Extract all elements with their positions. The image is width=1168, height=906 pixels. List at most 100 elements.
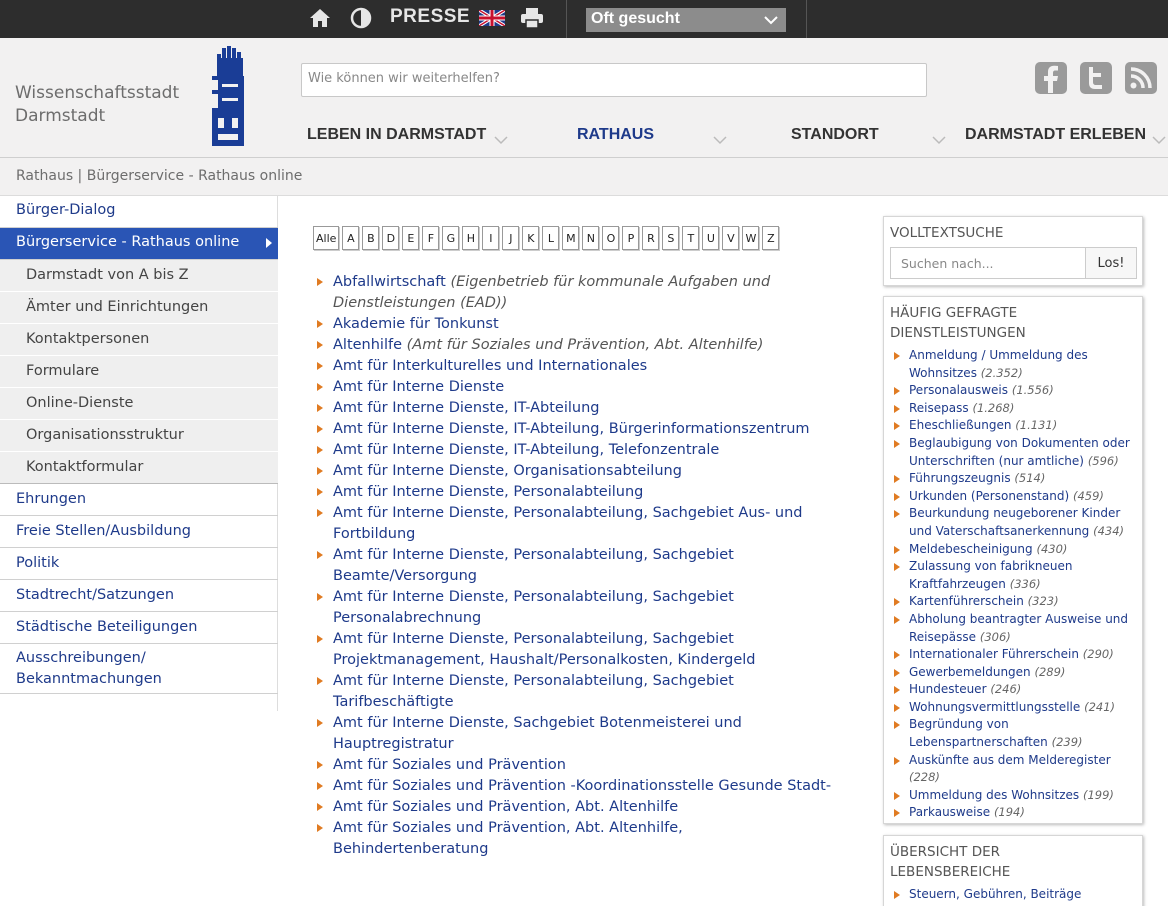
letter-filter-button[interactable]: Alle: [313, 226, 340, 250]
letter-filter-button[interactable]: T: [682, 226, 700, 250]
list-item-link[interactable]: Amt für Interne Dienste, IT-Abteilung, B…: [333, 421, 810, 437]
list-item[interactable]: Reisepass (1.268): [892, 400, 1132, 418]
letter-filter-button[interactable]: V: [722, 226, 740, 250]
list-item[interactable]: Amt für Interne Dienste: [315, 377, 845, 398]
list-item[interactable]: Meldebescheinigung (430): [892, 541, 1132, 559]
list-item-link[interactable]: Amt für Soziales und Prävention -Koordin…: [333, 778, 831, 794]
facebook-icon[interactable]: [1035, 62, 1067, 94]
list-item[interactable]: Amt für Interne Dienste, Personalabteilu…: [315, 545, 845, 587]
list-item[interactable]: Auskünfte aus dem Melderegister (228): [892, 752, 1132, 787]
list-item[interactable]: Beurkundung neugeborener Kinder und Vater…: [892, 505, 1132, 540]
list-item[interactable]: Amt für Interkulturelles und Internation…: [315, 356, 845, 377]
oft-gesucht-dropdown[interactable]: Oft gesucht: [586, 8, 786, 32]
letter-filter-button[interactable]: J: [502, 226, 520, 250]
list-item[interactable]: Parkausweise (194): [892, 804, 1132, 822]
home-icon[interactable]: [309, 6, 331, 30]
sidebar-sub-a-bis-z[interactable]: Darmstadt von A bis Z: [0, 260, 278, 292]
list-item-link[interactable]: Fortbildung: [333, 526, 415, 542]
letter-filter-button[interactable]: L: [542, 226, 560, 250]
list-item[interactable]: Amt für Interne Dienste, IT-Abteilung, T…: [315, 440, 845, 461]
list-item-link[interactable]: Beamte/Versorgung: [333, 568, 477, 584]
list-item[interactable]: Amt für Soziales und Prävention -Koordin…: [315, 776, 845, 797]
chevron-down-icon[interactable]: [713, 130, 727, 149]
list-item[interactable]: Amt für Interne Dienste, IT-Abteilung, B…: [315, 419, 845, 440]
letter-filter-button[interactable]: B: [362, 226, 380, 250]
list-item-link[interactable]: Behindertenberatung: [333, 841, 488, 857]
twitter-icon[interactable]: [1080, 62, 1112, 94]
list-item[interactable]: Abholung beantragter Ausweise und Reisepä…: [892, 611, 1132, 646]
sidebar-item-buerger-dialog[interactable]: Bürger-Dialog: [0, 196, 278, 228]
volltext-search-button[interactable]: Los!: [1085, 247, 1137, 279]
uk-flag-icon[interactable]: [479, 6, 505, 30]
list-item[interactable]: Amt für Interne Dienste, Personalabteilu…: [315, 671, 845, 713]
list-item[interactable]: Anmeldung / Ummeldung des Wohnsitzes (2.3…: [892, 347, 1132, 382]
list-item[interactable]: Amt für Interne Dienste, IT-Abteilung: [315, 398, 845, 419]
chevron-down-icon[interactable]: [932, 130, 946, 149]
list-item[interactable]: Führungszeugnis (514): [892, 470, 1132, 488]
letter-filter-button[interactable]: M: [562, 226, 580, 250]
list-item[interactable]: Hundesteuer (246): [892, 681, 1132, 699]
nav-darmstadt-erleben[interactable]: DARMSTADT ERLEBEN: [965, 126, 1146, 144]
letter-filter-button[interactable]: Z: [762, 226, 780, 250]
letter-filter-button[interactable]: S: [662, 226, 680, 250]
sidebar-item-freie-stellen[interactable]: Freie Stellen/Ausbildung: [0, 516, 278, 548]
sidebar-sub-kontaktpersonen[interactable]: Kontaktpersonen: [0, 324, 278, 356]
contrast-icon[interactable]: [350, 6, 372, 30]
list-item-link[interactable]: Amt für Interne Dienste, IT-Abteilung: [333, 400, 599, 416]
sidebar-sub-formulare[interactable]: Formulare: [0, 356, 278, 388]
list-item-link[interactable]: Tarifbeschäftigte: [333, 694, 454, 710]
list-item-link[interactable]: Personalabrechnung: [333, 610, 481, 626]
list-item-link[interactable]: Amt für Interne Dienste, IT-Abteilung, T…: [333, 442, 719, 458]
list-item-link[interactable]: Amt für Interne Dienste, Personalabteilu…: [333, 547, 734, 563]
list-item[interactable]: Wohnungsvermittlungsstelle (241): [892, 699, 1132, 717]
sidebar-sub-aemter[interactable]: Ämter und Einrichtungen: [0, 292, 278, 324]
list-item[interactable]: Zulassung von fabrikneuen Kraftfahrzeugen…: [892, 558, 1132, 593]
list-item[interactable]: Eheschließungen (1.131): [892, 417, 1132, 435]
list-item-link[interactable]: Amt für Interne Dienste, Sachgebiet Bote…: [333, 715, 742, 731]
letter-filter-button[interactable]: E: [402, 226, 420, 250]
sidebar-item-beteiligungen[interactable]: Städtische Beteiligungen: [0, 612, 278, 644]
list-item[interactable]: Amt für Interne Dienste, Personalabteilu…: [315, 482, 845, 503]
list-item[interactable]: Beglaubigung von Dokumenten oder Untersch…: [892, 435, 1132, 470]
letter-filter-button[interactable]: A: [342, 226, 360, 250]
nav-standort[interactable]: STANDORT: [791, 126, 879, 144]
chevron-down-icon[interactable]: [1152, 130, 1166, 149]
chevron-down-icon[interactable]: [494, 130, 508, 149]
list-item[interactable]: Amt für Interne Dienste, Organisationsab…: [315, 461, 845, 482]
letter-filter-button[interactable]: P: [622, 226, 640, 250]
sidebar-item-stadtrecht[interactable]: Stadtrecht/Satzungen: [0, 580, 278, 612]
list-item[interactable]: Urkunden (Personenstand) (459): [892, 488, 1132, 506]
list-item-link[interactable]: Amt für Interne Dienste, Organisationsab…: [333, 463, 682, 479]
letter-filter-button[interactable]: I: [482, 226, 500, 250]
presse-link[interactable]: PRESSE: [390, 6, 470, 28]
letter-filter-button[interactable]: H: [462, 226, 480, 250]
sidebar-sub-organisationsstruktur[interactable]: Organisationsstruktur: [0, 420, 278, 452]
list-item[interactable]: Abfallwirtschaft (Eigenbetrieb für kommu…: [315, 272, 845, 314]
list-item-link[interactable]: Projektmanagement, Haushalt/Personalkost…: [333, 652, 755, 668]
letter-filter-button[interactable]: W: [742, 226, 760, 250]
site-logo-text[interactable]: Wissenschaftsstadt Darmstadt: [15, 82, 179, 128]
sidebar-item-politik[interactable]: Politik: [0, 548, 278, 580]
list-item[interactable]: Amt für Interne Dienste, Personalabteilu…: [315, 629, 845, 671]
list-item[interactable]: Amt für Interne Dienste, Personalabteilu…: [315, 503, 845, 545]
list-item[interactable]: Amt für Soziales und Prävention, Abt. Al…: [315, 818, 845, 860]
list-item-link[interactable]: Amt für Interne Dienste, Personalabteilu…: [333, 484, 643, 500]
volltext-search-input[interactable]: Suchen nach...: [890, 247, 1086, 279]
list-item-link[interactable]: Amt für Interne Dienste, Personalabteilu…: [333, 589, 734, 605]
print-icon[interactable]: [520, 6, 544, 30]
wedding-tower-logo-icon[interactable]: [210, 46, 246, 152]
letter-filter-button[interactable]: O: [602, 226, 620, 250]
list-item-link[interactable]: Amt für Soziales und Prävention: [333, 757, 566, 773]
list-item[interactable]: Begründung von Lebenspartnerschaften (239…: [892, 716, 1132, 751]
list-item-link[interactable]: Amt für Interne Dienste, Personalabteilu…: [333, 631, 734, 647]
nav-rathaus[interactable]: RATHAUS: [577, 126, 654, 144]
letter-filter-button[interactable]: U: [702, 226, 720, 250]
list-item[interactable]: Amt für Soziales und Prävention, Abt. Al…: [315, 797, 845, 818]
list-item[interactable]: Akademie für Tonkunst: [315, 314, 845, 335]
letter-filter-button[interactable]: R: [642, 226, 660, 250]
list-item-link[interactable]: Amt für Interne Dienste, Personalabteilu…: [333, 505, 803, 521]
breadcrumb[interactable]: Rathaus | Bürgerservice - Rathaus online: [0, 158, 1168, 196]
list-item-link[interactable]: Amt für Soziales und Prävention, Abt. Al…: [333, 799, 678, 815]
list-item-link[interactable]: Abfallwirtschaft: [333, 274, 446, 290]
list-item[interactable]: Gewerbemeldungen (289): [892, 664, 1132, 682]
